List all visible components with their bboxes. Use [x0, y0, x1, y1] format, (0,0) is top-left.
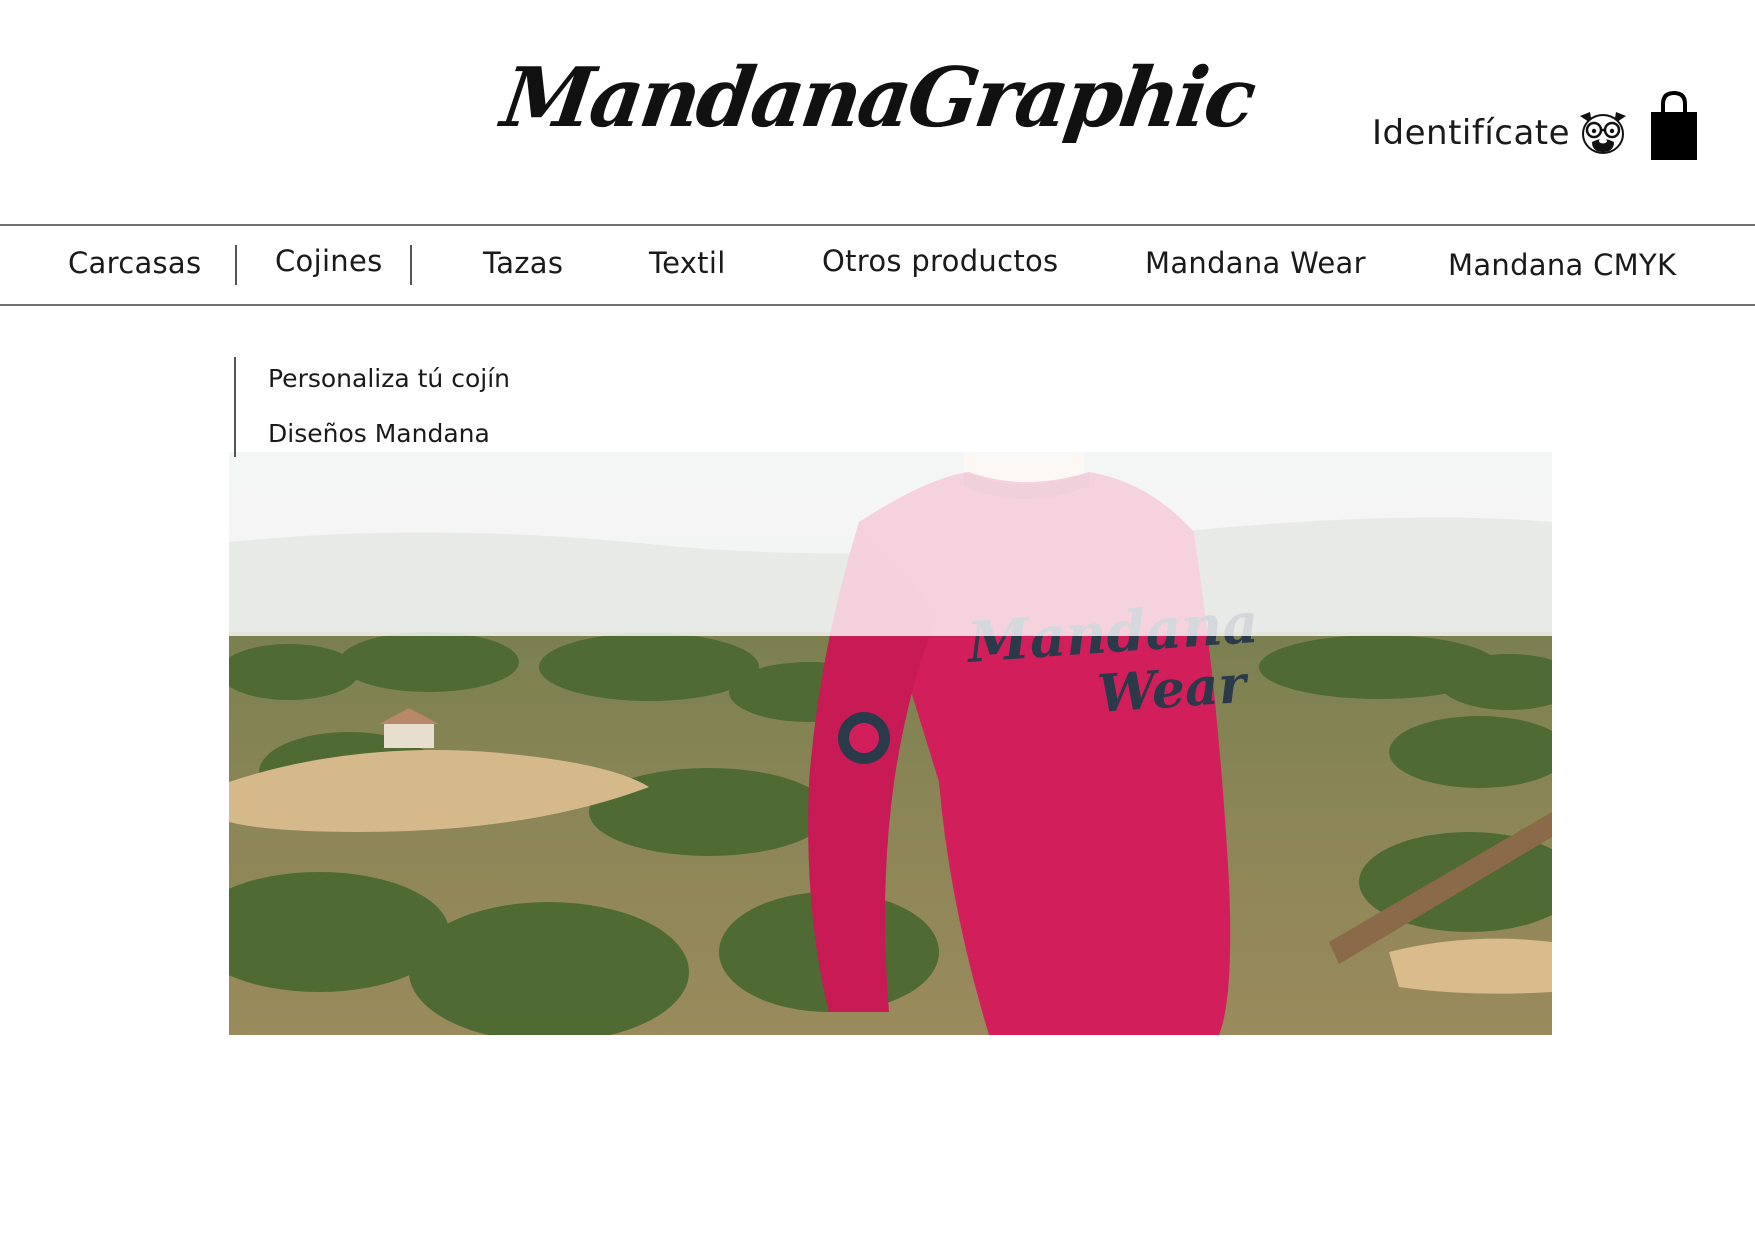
login-link[interactable]: Identifícate [1372, 105, 1632, 161]
cojines-dropdown: Personaliza tú cojín Diseños Mandana [234, 357, 594, 457]
dropdown-item-personaliza[interactable]: Personaliza tú cojín [268, 364, 510, 393]
login-label[interactable]: Identifícate [1372, 113, 1570, 153]
nav-item-mandana-cmyk[interactable]: Mandana CMYK [1448, 248, 1676, 282]
dropdown-item-disenos[interactable]: Diseños Mandana [268, 419, 490, 448]
pug-glasses-icon[interactable] [1574, 110, 1632, 156]
nav-item-tazas[interactable]: Tazas [483, 246, 563, 280]
main-nav: Carcasas Cojines Tazas Textil Otros prod… [0, 224, 1755, 306]
nav-item-otros-productos[interactable]: Otros productos [822, 244, 1058, 278]
nav-item-textil[interactable]: Textil [649, 246, 726, 280]
page: MandanaGraphic Identifícate Carcasas Coj… [0, 0, 1755, 1240]
nav-item-cojines[interactable]: Cojines [275, 244, 383, 278]
hero-banner[interactable]: Mandana Wear [229, 452, 1552, 1035]
nav-divider [235, 245, 237, 285]
hero-top-overlay [229, 452, 1552, 636]
nav-item-mandana-wear[interactable]: Mandana Wear [1145, 246, 1366, 280]
nav-divider [410, 245, 412, 285]
nav-item-carcasas[interactable]: Carcasas [68, 246, 201, 280]
shopping-bag-icon[interactable] [1648, 90, 1700, 162]
svg-text:Wear: Wear [1096, 654, 1252, 725]
